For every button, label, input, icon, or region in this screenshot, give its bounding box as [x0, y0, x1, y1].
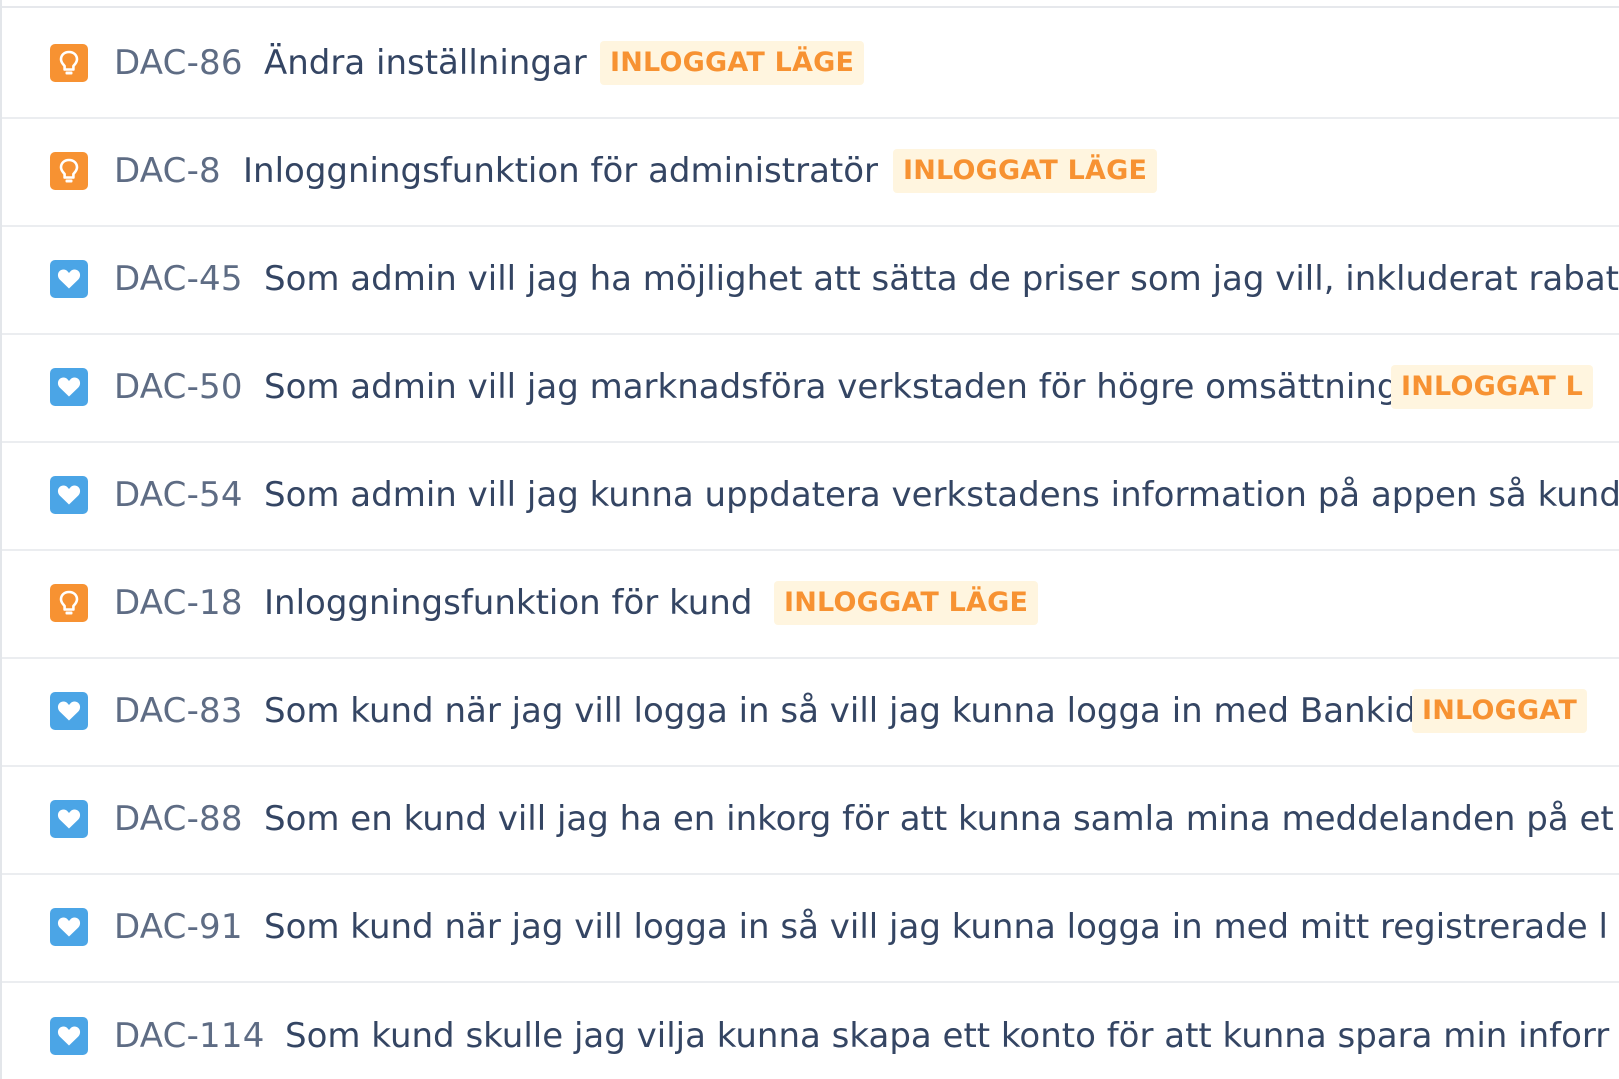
issue-key[interactable]: DAC-45 — [114, 259, 243, 299]
issue-summary[interactable]: Som admin vill jag kunna uppdatera verks… — [264, 475, 1619, 515]
label-badge[interactable]: INLOGGAT LÄGE — [600, 40, 865, 85]
issue-row-dac-86[interactable]: DAC-86 Ändra inställningar INLOGGAT LÄGE — [2, 8, 1619, 119]
issue-key[interactable]: DAC-114 — [114, 1016, 265, 1056]
lightbulb-icon — [50, 151, 88, 190]
issue-key[interactable]: DAC-18 — [114, 583, 243, 623]
lightbulb-icon — [50, 43, 88, 82]
issue-summary[interactable]: Som kund skulle jag vilja kunna skapa et… — [285, 1016, 1609, 1056]
heart-icon — [50, 1016, 88, 1055]
issue-list: DAC-86 Ändra inställningar INLOGGAT LÄGE… — [0, 0, 1619, 1079]
issue-key[interactable]: DAC-91 — [114, 907, 243, 947]
issue-summary[interactable]: Som admin vill jag marknadsföra verkstad… — [264, 367, 1398, 407]
issue-summary[interactable]: Inloggningsfunktion för kund — [264, 583, 752, 623]
issue-summary[interactable]: Som kund när jag vill logga in så vill j… — [264, 907, 1608, 947]
issue-key[interactable]: DAC-8 — [114, 151, 221, 191]
issue-key[interactable]: DAC-83 — [114, 691, 243, 731]
issue-key[interactable]: DAC-50 — [114, 367, 243, 407]
issue-row-dac-18[interactable]: DAC-18 Inloggningsfunktion för kund INLO… — [2, 548, 1619, 659]
label-badge[interactable]: INLOGGAT — [1412, 688, 1587, 733]
issue-row-dac-54[interactable]: DAC-54 Som admin vill jag kunna uppdater… — [2, 440, 1619, 551]
issue-row-dac-114[interactable]: DAC-114 Som kund skulle jag vilja kunna … — [2, 980, 1619, 1079]
issue-summary[interactable]: Ändra inställningar — [264, 43, 587, 83]
heart-icon — [50, 691, 88, 730]
issue-summary[interactable]: Som admin vill jag ha möjlighet att sätt… — [264, 259, 1619, 299]
heart-icon — [50, 475, 88, 514]
issue-row-dac-91[interactable]: DAC-91 Som kund när jag vill logga in så… — [2, 872, 1619, 983]
issue-row-dac-50[interactable]: DAC-50 Som admin vill jag marknadsföra v… — [2, 332, 1619, 443]
issue-key[interactable]: DAC-86 — [114, 43, 243, 83]
issue-key[interactable]: DAC-88 — [114, 799, 243, 839]
issue-row-dac-88[interactable]: DAC-88 Som en kund vill jag ha en inkorg… — [2, 764, 1619, 875]
lightbulb-icon — [50, 583, 88, 622]
label-badge[interactable]: INLOGGAT LÄGE — [774, 580, 1039, 625]
heart-icon — [50, 907, 88, 946]
issue-summary[interactable]: Inloggningsfunktion för administratör — [243, 151, 878, 191]
label-badge[interactable]: INLOGGAT LÄGE — [893, 148, 1158, 193]
label-badge[interactable]: INLOGGAT L — [1391, 364, 1593, 409]
issue-row-dac-45[interactable]: DAC-45 Som admin vill jag ha möjlighet a… — [2, 224, 1619, 335]
issue-key[interactable]: DAC-54 — [114, 475, 243, 515]
issue-summary[interactable]: Som kund när jag vill logga in så vill j… — [264, 691, 1416, 731]
heart-icon — [50, 259, 88, 298]
issue-row-dac-83[interactable]: DAC-83 Som kund när jag vill logga in så… — [2, 656, 1619, 767]
issue-row-dac-8[interactable]: DAC-8 Inloggningsfunktion för administra… — [2, 116, 1619, 227]
heart-icon — [50, 799, 88, 838]
heart-icon — [50, 367, 88, 406]
issue-summary[interactable]: Som en kund vill jag ha en inkorg för at… — [264, 799, 1614, 839]
